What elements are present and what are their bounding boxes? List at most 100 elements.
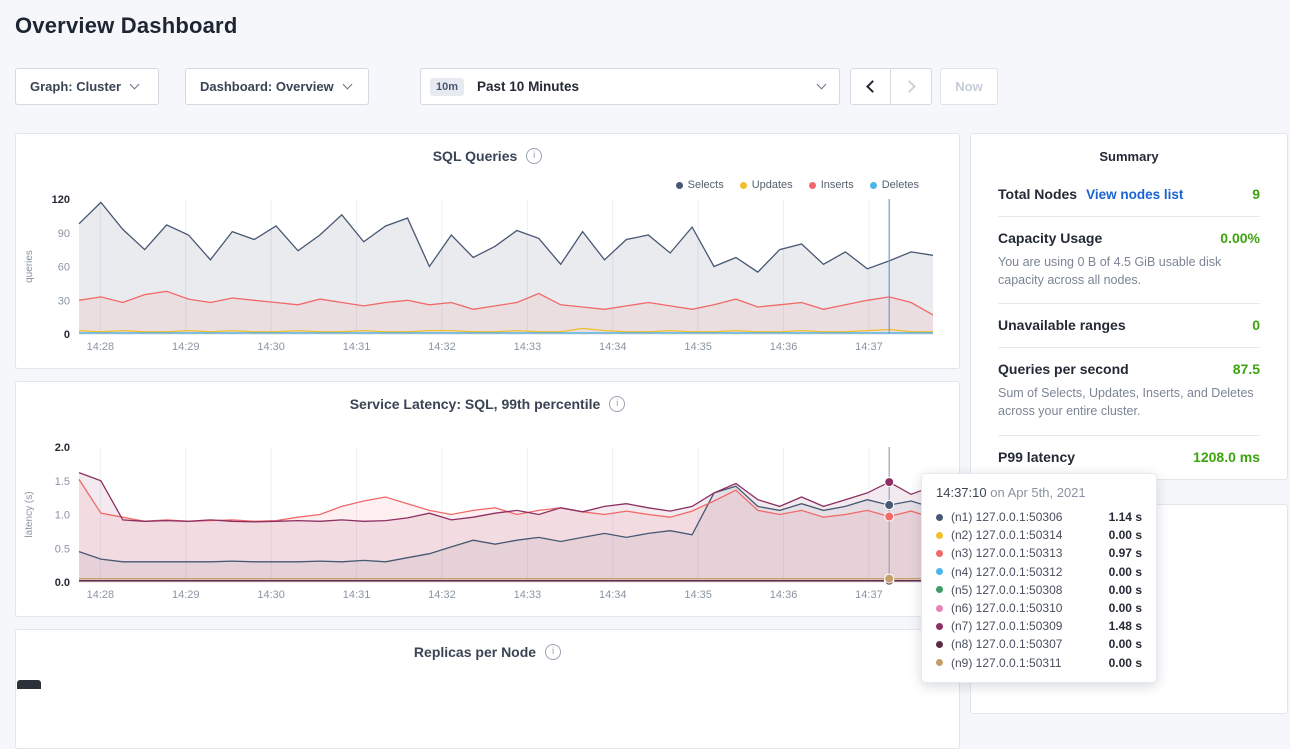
summary-body: Total Nodes View nodes list 9 Capacity U… bbox=[971, 173, 1287, 479]
chevron-left-icon bbox=[866, 80, 879, 93]
chevron-down-icon bbox=[342, 80, 352, 90]
time-next-button[interactable] bbox=[891, 68, 932, 105]
tooltip-row: (n9) 127.0.0.1:503110.00 s bbox=[936, 654, 1142, 672]
tooltip-node-label: (n5) 127.0.0.1:50308 bbox=[951, 583, 1109, 597]
summary-panel: Summary Total Nodes View nodes list 9 Ca… bbox=[970, 133, 1288, 480]
y-tick-label: 30 bbox=[58, 295, 70, 307]
now-button[interactable]: Now bbox=[940, 68, 998, 105]
tooltip-node-value: 0.00 s bbox=[1109, 601, 1142, 615]
x-tick-label: 14:30 bbox=[257, 341, 285, 353]
tooltip-node-value: 0.00 s bbox=[1109, 583, 1142, 597]
y-tick-label: 90 bbox=[58, 228, 70, 240]
dashboard-dropdown-label: Dashboard: Overview bbox=[200, 79, 334, 94]
x-tick-label: 14:34 bbox=[599, 341, 627, 353]
summary-value: 0.00% bbox=[1220, 230, 1260, 246]
graph-dropdown-label: Graph: Cluster bbox=[30, 79, 121, 94]
tooltip-node-label: (n1) 127.0.0.1:50306 bbox=[951, 510, 1109, 524]
summary-label: Capacity Usage bbox=[998, 230, 1102, 246]
tooltip-node-label: (n3) 127.0.0.1:50313 bbox=[951, 546, 1109, 560]
x-tick-label: 14:32 bbox=[428, 589, 456, 601]
tooltip-node-value: 1.48 s bbox=[1109, 619, 1142, 633]
summary-label: Total Nodes bbox=[998, 186, 1077, 202]
y-axis-label: queries bbox=[24, 250, 35, 283]
clipped-ui-fragment bbox=[17, 680, 41, 689]
legend-label: Selects bbox=[688, 179, 724, 191]
chart-title-row: Replicas per Node i bbox=[16, 644, 959, 660]
summary-heading: Summary bbox=[971, 134, 1287, 173]
view-nodes-list-link[interactable]: View nodes list bbox=[1086, 187, 1183, 202]
x-tick-label: 14:32 bbox=[428, 341, 456, 353]
crosshair-dot bbox=[885, 501, 894, 510]
node-color-dot-icon bbox=[936, 586, 943, 593]
tooltip-row: (n8) 127.0.0.1:503070.00 s bbox=[936, 635, 1142, 653]
tooltip-node-label: (n6) 127.0.0.1:50310 bbox=[951, 601, 1109, 615]
tooltip-row: (n2) 127.0.0.1:503140.00 s bbox=[936, 526, 1142, 544]
info-icon[interactable]: i bbox=[526, 148, 542, 164]
tooltip-row: (n4) 127.0.0.1:503120.00 s bbox=[936, 563, 1142, 581]
x-tick-label: 14:28 bbox=[87, 589, 115, 601]
chart-title-row: Service Latency: SQL, 99th percentile i bbox=[16, 396, 959, 412]
tooltip-node-value: 1.14 s bbox=[1109, 510, 1142, 524]
summary-description: You are using 0 B of 4.5 GiB usable disk… bbox=[998, 253, 1260, 289]
x-tick-label: 14:31 bbox=[343, 589, 371, 601]
legend-item-updates: Updates bbox=[740, 179, 793, 191]
chevron-right-icon bbox=[903, 80, 916, 93]
time-prev-button[interactable] bbox=[850, 68, 891, 105]
dashboard-dropdown[interactable]: Dashboard: Overview bbox=[185, 68, 369, 105]
tooltip-node-value: 0.00 s bbox=[1109, 565, 1142, 579]
summary-value: 9 bbox=[1252, 186, 1260, 202]
chart-title: Service Latency: SQL, 99th percentile bbox=[350, 396, 601, 412]
tooltip-node-value: 0.00 s bbox=[1109, 656, 1142, 670]
legend-label: Inserts bbox=[821, 179, 854, 191]
chevron-down-icon bbox=[130, 80, 140, 90]
range-badge: 10m bbox=[430, 78, 464, 96]
x-tick-label: 14:28 bbox=[87, 341, 115, 353]
time-range-picker[interactable]: 10m Past 10 Minutes bbox=[420, 68, 840, 105]
range-label: Past 10 Minutes bbox=[477, 79, 808, 94]
service-latency-chart[interactable]: 14:2814:2914:3014:3114:3214:3314:3414:35… bbox=[16, 382, 961, 618]
sql-queries-panel: 14:2814:2914:3014:3114:3214:3314:3414:35… bbox=[15, 133, 960, 369]
node-color-dot-icon bbox=[936, 605, 943, 612]
x-tick-label: 14:37 bbox=[855, 589, 883, 601]
legend-item-inserts: Inserts bbox=[809, 179, 854, 191]
legend-dot-icon bbox=[870, 182, 877, 189]
y-tick-label: 1.0 bbox=[55, 510, 70, 522]
chart-title: SQL Queries bbox=[433, 148, 518, 164]
tooltip-node-label: (n4) 127.0.0.1:50312 bbox=[951, 565, 1109, 579]
legend-label: Deletes bbox=[882, 179, 919, 191]
summary-value: 87.5 bbox=[1233, 361, 1260, 377]
y-tick-label: 2.0 bbox=[55, 442, 70, 454]
x-tick-label: 14:29 bbox=[172, 341, 200, 353]
tooltip-timestamp: 14:37:10 on Apr 5th, 2021 bbox=[936, 485, 1142, 500]
y-tick-label: 0 bbox=[64, 329, 70, 341]
graph-dropdown[interactable]: Graph: Cluster bbox=[15, 68, 159, 105]
tooltip-row: (n5) 127.0.0.1:503080.00 s bbox=[936, 581, 1142, 599]
y-axis-label: latency (s) bbox=[24, 491, 35, 537]
info-icon[interactable]: i bbox=[545, 644, 561, 660]
tooltip-node-value: 0.97 s bbox=[1109, 546, 1142, 560]
node-color-dot-icon bbox=[936, 568, 943, 575]
tooltip-row: (n6) 127.0.0.1:503100.00 s bbox=[936, 599, 1142, 617]
tooltip-node-value: 0.00 s bbox=[1109, 528, 1142, 542]
summary-row-total-nodes: Total Nodes View nodes list 9 bbox=[998, 173, 1260, 217]
info-icon[interactable]: i bbox=[609, 396, 625, 412]
page-title: Overview Dashboard bbox=[15, 13, 237, 39]
tooltip-row: (n7) 127.0.0.1:503091.48 s bbox=[936, 617, 1142, 635]
tooltip-node-label: (n7) 127.0.0.1:50309 bbox=[951, 619, 1109, 633]
legend-dot-icon bbox=[809, 182, 816, 189]
x-tick-label: 14:36 bbox=[770, 341, 798, 353]
crosshair-dot bbox=[885, 478, 894, 487]
series-area bbox=[79, 473, 933, 582]
chart-title-row: SQL Queries i bbox=[16, 148, 959, 164]
summary-label: Queries per second bbox=[998, 361, 1129, 377]
service-latency-panel: 14:2814:2914:3014:3114:3214:3314:3414:35… bbox=[15, 381, 960, 617]
summary-label: P99 latency bbox=[998, 449, 1075, 465]
y-tick-label: 0.0 bbox=[55, 577, 70, 589]
sql-queries-chart[interactable]: 14:2814:2914:3014:3114:3214:3314:3414:35… bbox=[16, 134, 961, 370]
chart-tooltip: 14:37:10 on Apr 5th, 2021 (n1) 127.0.0.1… bbox=[921, 473, 1157, 683]
time-nav-group bbox=[850, 68, 932, 105]
x-tick-label: 14:31 bbox=[343, 341, 371, 353]
tooltip-date: on Apr 5th, 2021 bbox=[987, 485, 1086, 500]
node-color-dot-icon bbox=[936, 532, 943, 539]
tooltip-time: 14:37:10 bbox=[936, 485, 987, 500]
